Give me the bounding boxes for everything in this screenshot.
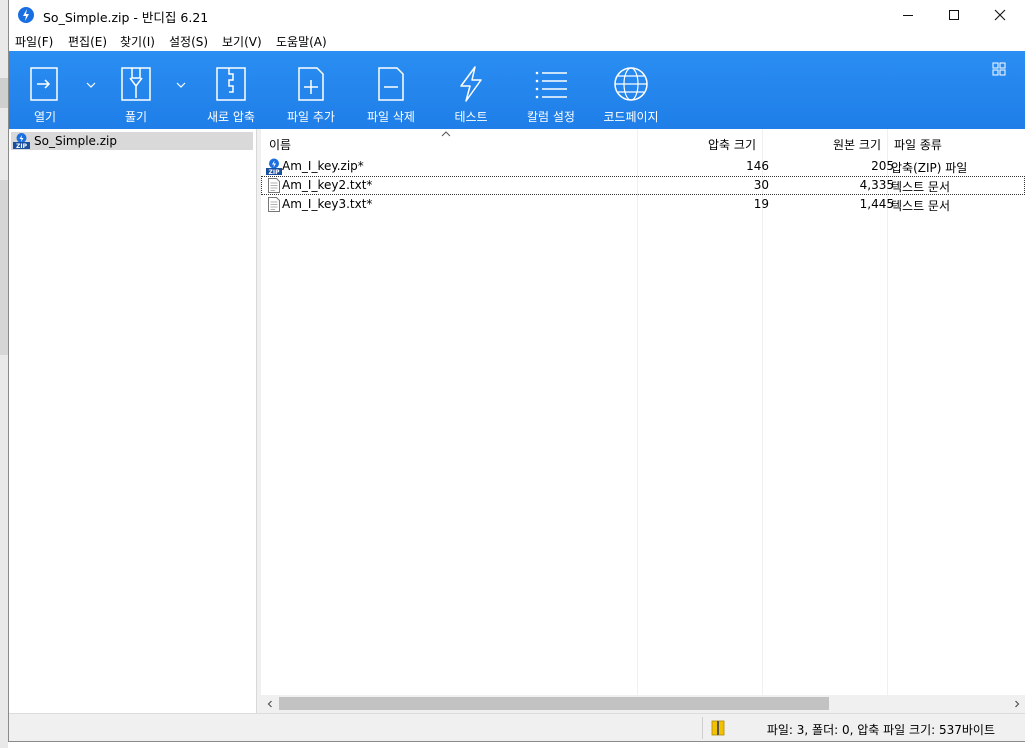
table-row[interactable]: Am_I_key2.txt* 30 4,335 텍스트 문서	[261, 176, 1025, 195]
column-header-name[interactable]: 이름	[261, 129, 637, 157]
chevron-down-icon	[176, 82, 186, 88]
file-type: 텍스트 문서	[891, 180, 951, 194]
column-header-compressed[interactable]: 압축 크기	[638, 129, 762, 157]
minimize-icon	[903, 15, 913, 16]
delete-file-button[interactable]: 파일 삭제	[359, 51, 423, 129]
list-columns-icon	[535, 71, 567, 99]
zip-file-icon: ZIP	[266, 158, 282, 175]
original-size: 4,335	[859, 178, 894, 192]
menu-settings[interactable]: 설정(S)	[169, 33, 208, 50]
sort-ascending-icon	[441, 131, 451, 137]
delete-file-label: 파일 삭제	[367, 110, 415, 124]
zip-file-icon: ZIP	[13, 133, 30, 149]
column-header-type[interactable]: 파일 종류	[888, 129, 1025, 157]
scrollbar-thumb[interactable]	[279, 697, 829, 710]
compressed-size: 19	[753, 197, 769, 211]
globe-icon	[614, 67, 648, 101]
open-icon	[30, 67, 58, 101]
file-type: 텍스트 문서	[891, 199, 951, 213]
menu-bar: 파일(F) 편집(E) 찾기(I) 설정(S) 보기(V) 도움말(A)	[9, 30, 1025, 51]
table-row[interactable]: Am_I_key3.txt* 19 1,445 텍스트 문서	[261, 195, 1025, 214]
tree-item-label: So_Simple.zip	[34, 134, 117, 148]
menu-help[interactable]: 도움말(A)	[276, 33, 327, 50]
add-file-icon	[298, 67, 324, 101]
extract-label: 풀기	[124, 110, 148, 124]
open-dropdown-button[interactable]	[85, 79, 97, 89]
add-file-label: 파일 추가	[287, 110, 335, 124]
column-header-type-label: 파일 종류	[894, 138, 942, 152]
menu-view[interactable]: 보기(V)	[222, 33, 262, 50]
text-file-icon	[268, 197, 280, 212]
file-list: 이름 압축 크기 원본 크기 파일 종류 ZIP Am_I_key.zip* 1…	[261, 129, 1025, 695]
bandizip-logo-icon	[18, 7, 34, 23]
text-file-icon	[268, 178, 280, 193]
desktop-strip	[0, 180, 8, 355]
file-name: Am_I_key2.txt*	[282, 178, 373, 192]
codepage-label: 코드페이지	[603, 110, 659, 124]
menu-find[interactable]: 찾기(I)	[120, 33, 155, 50]
extract-dropdown-button[interactable]	[175, 79, 187, 89]
horizontal-scrollbar[interactable]	[261, 695, 1025, 713]
layout-grid-icon[interactable]	[992, 62, 1006, 76]
status-divider	[702, 717, 703, 739]
close-icon	[994, 9, 1006, 21]
archive-book-icon	[711, 720, 725, 736]
file-name: Am_I_key3.txt*	[282, 197, 373, 211]
window-title: So_Simple.zip - 반디집 6.21	[43, 10, 209, 25]
open-button[interactable]: 열기	[15, 51, 75, 129]
column-header-original-label: 원본 크기	[833, 138, 881, 152]
tree-item-root[interactable]: ZIP So_Simple.zip	[11, 132, 253, 150]
new-archive-label: 새로 압축	[207, 110, 255, 124]
compressed-size: 30	[753, 178, 769, 192]
chevron-left-icon	[267, 700, 272, 708]
maximize-button[interactable]	[931, 0, 977, 30]
extract-icon	[121, 67, 151, 101]
svg-text:ZIP: ZIP	[269, 169, 281, 175]
test-button[interactable]: 테스트	[439, 51, 503, 129]
column-settings-label: 칼럼 설정	[527, 110, 575, 124]
original-size: 1,445	[859, 197, 894, 211]
status-bar: 파일: 3, 폴더: 0, 압축 파일 크기: 537바이트	[9, 713, 1025, 741]
scroll-right-button[interactable]	[1008, 695, 1025, 713]
extract-button[interactable]: 풀기	[105, 51, 167, 129]
menu-file[interactable]: 파일(F)	[15, 33, 53, 50]
column-header-compressed-label: 압축 크기	[708, 138, 756, 152]
zip-archive-icon	[216, 67, 246, 101]
maximize-icon	[949, 10, 959, 20]
desktop-background	[0, 0, 8, 748]
column-header-name-label: 이름	[269, 138, 292, 152]
svg-text:ZIP: ZIP	[16, 143, 28, 149]
scroll-left-button[interactable]	[261, 695, 278, 713]
close-button[interactable]	[977, 0, 1023, 30]
lightning-icon	[460, 66, 482, 102]
file-name: Am_I_key.zip*	[282, 159, 364, 173]
column-header-original[interactable]: 원본 크기	[763, 129, 887, 157]
chevron-right-icon	[1014, 700, 1019, 708]
column-settings-button[interactable]: 칼럼 설정	[519, 51, 583, 129]
codepage-button[interactable]: 코드페이지	[597, 51, 665, 129]
bandizip-window: So_Simple.zip - 반디집 6.21 파일(F) 편집(E) 찾기(…	[8, 0, 1025, 742]
title-bar: So_Simple.zip - 반디집 6.21	[9, 0, 1025, 30]
remove-file-icon	[378, 67, 404, 101]
compressed-size: 146	[746, 159, 769, 173]
open-label: 열기	[33, 110, 57, 124]
test-label: 테스트	[454, 110, 488, 124]
status-text: 파일: 3, 폴더: 0, 압축 파일 크기: 537바이트	[766, 723, 995, 737]
chevron-down-icon	[86, 82, 96, 88]
add-file-button[interactable]: 파일 추가	[279, 51, 343, 129]
file-type: 압축(ZIP) 파일	[891, 161, 968, 175]
table-row[interactable]: ZIP Am_I_key.zip* 146 205 압축(ZIP) 파일	[261, 157, 1025, 176]
minimize-button[interactable]	[885, 0, 931, 30]
toolbar: 열기 풀기 새로 압축 파일 추가 파일 삭제 테스트 칼럼 설정 코드페이지	[9, 51, 1025, 129]
desktop-strip	[0, 78, 8, 108]
folder-tree-pane: ZIP So_Simple.zip	[9, 129, 257, 713]
new-archive-button[interactable]: 새로 압축	[199, 51, 263, 129]
menu-edit[interactable]: 편집(E)	[68, 33, 107, 50]
